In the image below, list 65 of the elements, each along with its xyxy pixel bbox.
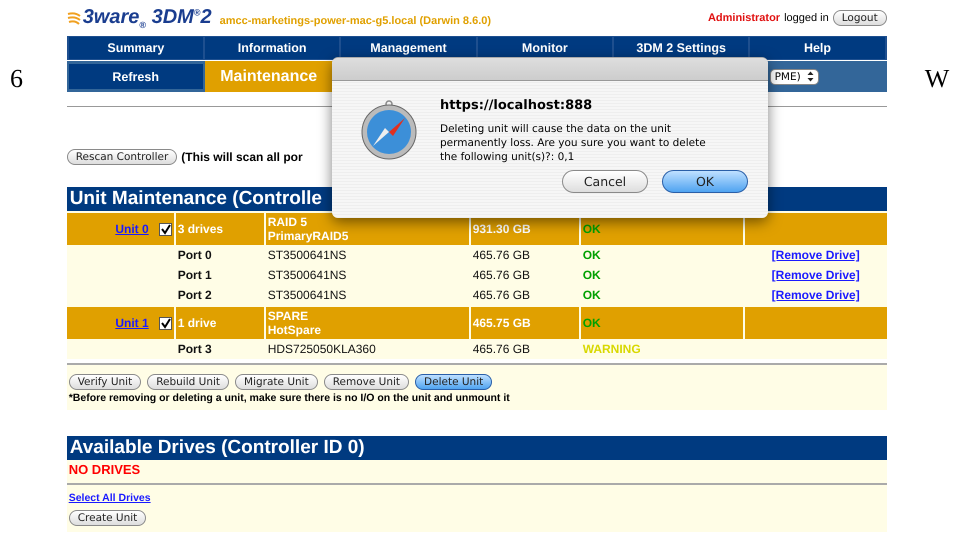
capacity-text: 931.30 GB [472,222,531,236]
unit-checkbox[interactable] [158,222,172,236]
unit-type: SPARE [268,309,308,323]
remove-drive-link[interactable]: [Remove Drive] [772,288,860,302]
port-label: Port 0 [178,248,212,262]
drive-model: ST3500641NS [268,248,346,262]
status-text: WARNING [582,342,641,356]
status-text: OK [582,268,601,282]
unit-action-button[interactable]: Rebuild Unit [147,374,230,390]
remove-drive-link[interactable]: [Remove Drive] [772,268,860,282]
compass-icon [360,98,418,160]
rescan-note: (This will scan all por [181,150,303,164]
drive-model: ST3500641NS [268,288,346,302]
logout-button[interactable]: Logout [832,10,887,26]
status-text: OK [582,222,601,236]
nav-tab[interactable]: Management [341,37,476,59]
status-text: OK [582,248,601,262]
updown-arrows-icon [806,71,814,82]
unit-name: HotSpare [268,323,322,337]
unit-action-button[interactable]: Verify Unit [68,374,142,390]
capacity-text: 465.76 GB [472,342,530,356]
unit-type: RAID 5 [268,215,308,229]
dialog-button[interactable]: Cancel [562,170,648,193]
capacity-text: 465.76 GB [472,268,530,282]
port-label: Port 1 [178,268,212,282]
port-label: Port 2 [178,288,212,302]
host-name: amcc-marketings-power-mac-g5.local (Darwin 8.6.0) [220,15,492,27]
capacity-text: 465.75 GB [472,316,531,330]
unit-checkbox[interactable] [158,316,172,330]
nav-tab[interactable]: Help [750,37,885,59]
swoosh-icon [66,10,81,26]
unit-action-button[interactable]: Remove Unit [324,374,410,390]
unit-action-button[interactable]: Delete Unit [415,374,492,390]
capacity-text: 465.76 GB [472,248,530,262]
nav-tab[interactable]: Monitor [478,37,612,59]
status-text: OK [582,288,601,302]
dialog-button[interactable]: OK [662,170,748,193]
stray-character: W [924,63,950,95]
select-all-link[interactable]: Select All Drives [68,492,151,504]
nav-tab[interactable]: Summary [68,37,204,59]
user-name: Administrator [708,12,780,24]
logo-text: 3ware$_{®}$ 3DM$^{®}$2 [82,6,212,30]
drive-model: HDS725050KLA360 [268,342,376,356]
capacity-text: 465.76 GB [472,288,530,302]
dialog-message: Deleting unit will cause the data on the unit permanently loss. Are you sure you want to delete the following unit(s)?: 0,1 [440,122,707,164]
drive-model: ST3500641NS [268,268,346,282]
status-text: OK [582,316,601,330]
create-unit-button[interactable]: Create Unit [68,510,146,526]
drive-count: 1 drive [178,316,216,330]
login-status: logged in [784,12,829,24]
unit-name: PrimaryRAID5 [268,229,348,243]
stray-character: 6 [9,63,24,95]
nav-tab[interactable]: Information [205,37,340,59]
empty-message: NO DRIVES [68,461,142,479]
controller-dropdown[interactable]: PME) [770,68,819,84]
nav-tab[interactable]: 3DM 2 Settings [614,37,748,59]
subnav-tab[interactable]: Refresh [68,64,203,89]
unit-action-button[interactable]: Migrate Unit [235,374,318,390]
port-label: Port 3 [178,342,212,356]
warning-note: *Before removing or deleting a unit, make sure there is no I/O on the unit and unmount it [68,391,511,406]
remove-drive-link[interactable]: [Remove Drive] [772,248,860,262]
dialog-title: https://localhost:888 [440,98,594,113]
section-heading: Available Drives (Controller ID 0) [66,436,887,460]
drive-count: 3 drives [178,222,224,236]
rescan-button[interactable]: Rescan Controller [66,149,178,165]
